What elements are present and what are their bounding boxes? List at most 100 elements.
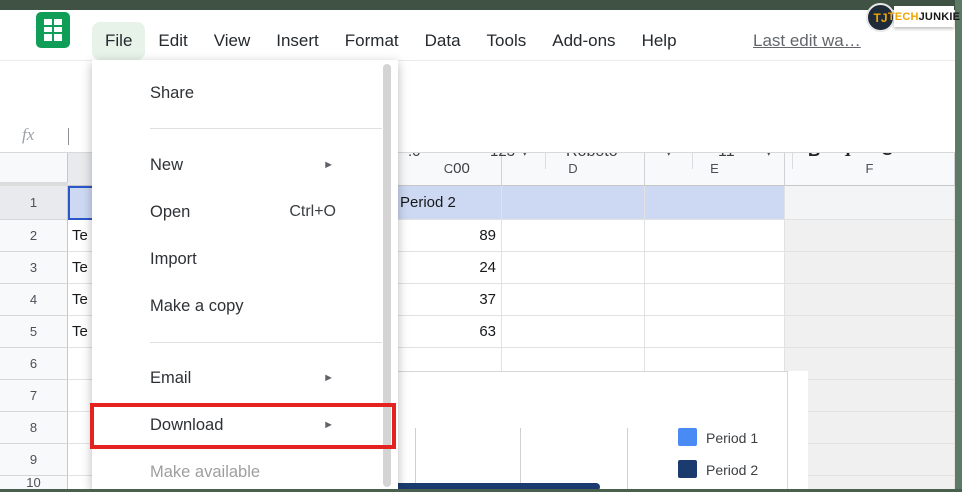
legend-swatch-period2: [678, 460, 697, 478]
last-edit-link[interactable]: Last edit wa…: [753, 22, 861, 60]
row-number: 8: [30, 420, 37, 435]
menu-item-import[interactable]: Import: [92, 241, 382, 277]
row-number: 2: [30, 228, 37, 243]
row-header-9[interactable]: 9: [0, 444, 68, 476]
wordmark-tech: TECH: [888, 11, 919, 23]
sheets-app-window: C D E F 1 2 3 4 5 6 7 8 9 10 Period 2 Te…: [0, 0, 962, 492]
cell-e4[interactable]: [645, 284, 785, 316]
chart-gridline: [520, 428, 521, 489]
row-header-3[interactable]: 3: [0, 252, 68, 284]
menu-item-label: New: [150, 156, 183, 174]
fx-icon: fx: [22, 125, 34, 145]
legend-label-period2: Period 2: [706, 462, 758, 478]
cell-e1[interactable]: [645, 186, 785, 220]
cell-c4[interactable]: 37: [396, 284, 502, 316]
shortcut-label: Ctrl+O: [289, 194, 336, 230]
row-number: 5: [30, 324, 37, 339]
menu-item-label: Open: [150, 203, 190, 221]
cell-e2[interactable]: [645, 220, 785, 252]
row-header-4[interactable]: 4: [0, 284, 68, 316]
row-number: 4: [30, 292, 37, 307]
menu-divider: [150, 128, 382, 129]
row-number: 7: [30, 388, 37, 403]
chart-gridline: [627, 428, 628, 489]
cell-d4[interactable]: [502, 284, 645, 316]
cell-e5[interactable]: [645, 316, 785, 348]
menu-addons[interactable]: Add-ons: [539, 22, 628, 60]
cell-d2[interactable]: [502, 220, 645, 252]
sheets-grid-glyph: [44, 19, 62, 41]
cell-c5[interactable]: 63: [396, 316, 502, 348]
row-header-1[interactable]: 1: [0, 186, 68, 220]
cell-value: 37: [479, 291, 496, 308]
frame-right-strip: [955, 0, 962, 492]
row-number: 9: [30, 452, 37, 467]
highlight-red-box: [90, 403, 396, 449]
cell-f4[interactable]: [785, 284, 955, 316]
frame-top-strip: [0, 0, 962, 10]
submenu-arrow-icon: ►: [323, 147, 334, 183]
cell-value: Period 2: [400, 194, 456, 211]
row-header-6[interactable]: 6: [0, 348, 68, 380]
row-number: 3: [30, 260, 37, 275]
menu-item-email[interactable]: Email ►: [92, 360, 382, 396]
embedded-chart[interactable]: Period 1 Period 2: [393, 371, 808, 489]
row-number: 10: [26, 475, 40, 490]
techjunkie-wordmark: TECHJUNKIE: [894, 6, 954, 27]
sheets-logo-icon[interactable]: [36, 12, 70, 48]
row-number: 1: [30, 195, 37, 210]
increase-decimal-icon[interactable]: .00 →: [449, 160, 962, 177]
menu-format[interactable]: Format: [332, 22, 412, 60]
menu-divider: [150, 342, 382, 343]
cell-f5[interactable]: [785, 316, 955, 348]
cell-c2[interactable]: 89: [396, 220, 502, 252]
row-header-7[interactable]: 7: [0, 380, 68, 412]
cell-value: Te: [72, 259, 88, 276]
cell-d3[interactable]: [502, 252, 645, 284]
cell-f3[interactable]: [785, 252, 955, 284]
cell-value: 63: [479, 323, 496, 340]
cell-c3[interactable]: 24: [396, 252, 502, 284]
row-header-8[interactable]: 8: [0, 412, 68, 444]
cell-f10[interactable]: [785, 476, 955, 489]
cell-value: 24: [479, 259, 496, 276]
cell-f6[interactable]: [785, 348, 955, 380]
menu-item-share[interactable]: Share: [92, 75, 382, 111]
wordmark-junkie: JUNKIE: [919, 11, 961, 23]
cell-value: 89: [479, 227, 496, 244]
cell-f7[interactable]: [785, 380, 955, 412]
cell-f9[interactable]: [785, 444, 955, 476]
cell-f1[interactable]: [785, 186, 955, 220]
cell-value: Te: [72, 323, 88, 340]
cell-value: Te: [72, 291, 88, 308]
legend-label-period1: Period 1: [706, 430, 758, 446]
menu-bar: File Edit View Insert Format Data Tools …: [0, 10, 955, 61]
row-header-5[interactable]: 5: [0, 316, 68, 348]
menu-data[interactable]: Data: [412, 22, 474, 60]
row-header-10[interactable]: 10: [0, 476, 68, 489]
row-number: 6: [30, 356, 37, 371]
cell-d1[interactable]: [502, 186, 645, 220]
cell-f8[interactable]: [785, 412, 955, 444]
menu-insert[interactable]: Insert: [263, 22, 332, 60]
menu-item-new[interactable]: New ►: [92, 147, 382, 183]
cell-e3[interactable]: [645, 252, 785, 284]
menu-file[interactable]: File: [92, 22, 145, 60]
menu-item-make-available[interactable]: Make available: [92, 454, 382, 490]
chart-gridline: [415, 428, 416, 489]
cell-d5[interactable]: [502, 316, 645, 348]
cell-f2[interactable]: [785, 220, 955, 252]
menu-item-make-a-copy[interactable]: Make a copy: [92, 288, 382, 324]
menu-help[interactable]: Help: [629, 22, 690, 60]
menu-edit[interactable]: Edit: [145, 22, 200, 60]
submenu-arrow-icon: ►: [323, 360, 334, 396]
formula-bar-cursor: [68, 128, 69, 145]
menu-item-open[interactable]: Open Ctrl+O: [92, 194, 382, 230]
cell-value: Te: [72, 227, 88, 244]
row-header-2[interactable]: 2: [0, 220, 68, 252]
menu-items-row: File Edit View Insert Format Data Tools …: [92, 22, 690, 60]
cell-c1[interactable]: Period 2: [396, 186, 502, 220]
menu-view[interactable]: View: [201, 22, 264, 60]
menu-item-label: Email: [150, 369, 191, 387]
menu-tools[interactable]: Tools: [474, 22, 540, 60]
